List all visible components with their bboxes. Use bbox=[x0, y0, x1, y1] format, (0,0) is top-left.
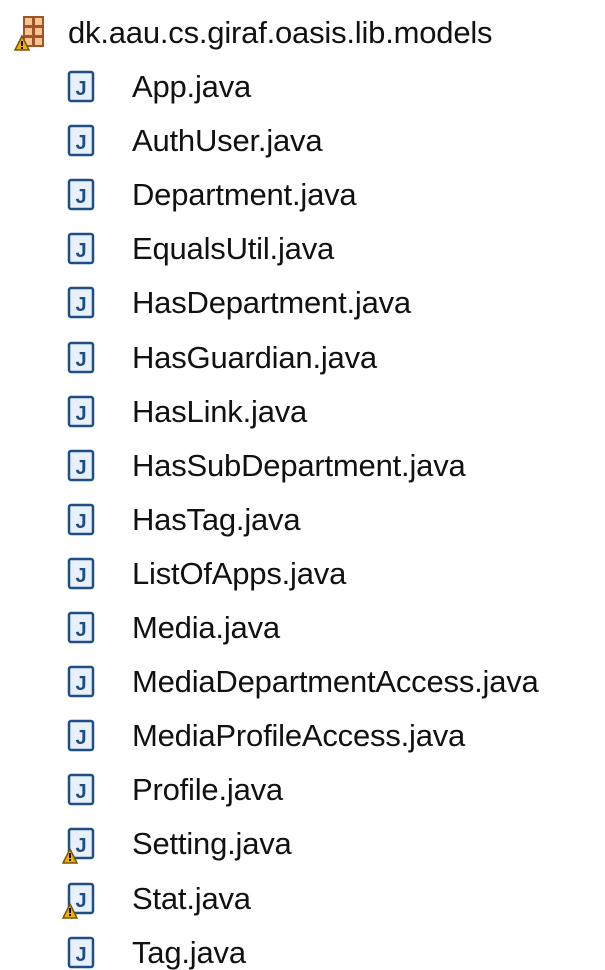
file-node[interactable]: J App.java bbox=[62, 60, 251, 114]
package-explorer-tree: dk.aau.cs.giraf.oasis.lib.models J App.ja… bbox=[0, 0, 605, 970]
file-node[interactable]: J Media.java bbox=[62, 601, 280, 655]
file-label: Setting.java bbox=[132, 826, 292, 862]
java-file-warning-icon: J bbox=[61, 879, 102, 919]
file-node[interactable]: J Tag.java bbox=[62, 926, 246, 970]
file-node[interactable]: J HasLink.java bbox=[62, 385, 307, 439]
file-node[interactable]: J MediaDepartmentAccess.java bbox=[62, 655, 539, 709]
svg-text:J: J bbox=[75, 294, 86, 316]
java-file-icon: J bbox=[62, 229, 102, 269]
svg-text:J: J bbox=[75, 619, 86, 641]
svg-text:J: J bbox=[75, 349, 86, 371]
java-file-icon: J bbox=[62, 338, 102, 378]
java-file-icon: J bbox=[62, 175, 102, 215]
svg-text:J: J bbox=[75, 673, 86, 695]
file-node[interactable]: J Profile.java bbox=[62, 763, 283, 817]
java-file-icon: J bbox=[62, 716, 102, 756]
file-node[interactable]: J Setting.java bbox=[61, 817, 292, 871]
java-file-icon: J bbox=[62, 121, 102, 161]
file-node[interactable]: J HasDepartment.java bbox=[62, 276, 411, 330]
file-node[interactable]: J HasSubDepartment.java bbox=[62, 439, 466, 493]
package-node[interactable]: dk.aau.cs.giraf.oasis.lib.models bbox=[12, 6, 493, 60]
file-label: HasLink.java bbox=[132, 393, 308, 429]
java-file-icon: J bbox=[62, 662, 102, 702]
file-label: HasGuardian.java bbox=[132, 339, 377, 375]
file-label: AuthUser.java bbox=[132, 123, 323, 159]
file-label: Media.java bbox=[132, 610, 280, 645]
file-label: Department.java bbox=[132, 177, 357, 213]
file-label: HasDepartment.java bbox=[132, 285, 411, 321]
file-label: EqualsUtil.java bbox=[132, 231, 335, 267]
java-file-icon: J bbox=[62, 283, 102, 323]
package-icon bbox=[12, 14, 50, 52]
file-node[interactable]: J ListOfApps.java bbox=[62, 547, 346, 601]
java-file-icon: J bbox=[62, 608, 102, 648]
svg-text:J: J bbox=[75, 835, 86, 857]
java-file-icon: J bbox=[62, 67, 102, 107]
file-node[interactable]: J Stat.java bbox=[61, 872, 251, 926]
svg-text:J: J bbox=[75, 403, 86, 425]
file-label: HasTag.java bbox=[132, 501, 301, 537]
svg-text:J: J bbox=[75, 132, 86, 154]
file-node[interactable]: J HasGuardian.java bbox=[62, 331, 377, 385]
file-label: MediaDepartmentAccess.java bbox=[132, 664, 539, 700]
svg-text:J: J bbox=[75, 240, 86, 262]
svg-text:J: J bbox=[75, 890, 86, 912]
java-file-icon: J bbox=[62, 446, 102, 486]
file-node[interactable]: J AuthUser.java bbox=[62, 114, 323, 168]
file-label: MediaProfileAccess.java bbox=[132, 718, 466, 754]
svg-text:J: J bbox=[75, 78, 86, 100]
svg-text:J: J bbox=[75, 781, 86, 803]
package-label: dk.aau.cs.giraf.oasis.lib.models bbox=[68, 15, 493, 50]
file-label: App.java bbox=[132, 69, 252, 104]
svg-text:J: J bbox=[75, 186, 86, 208]
svg-text:J: J bbox=[75, 565, 86, 587]
file-label: Profile.java bbox=[132, 772, 283, 808]
file-label: Tag.java bbox=[132, 934, 246, 970]
file-node[interactable]: J Department.java bbox=[62, 168, 357, 222]
java-file-icon: J bbox=[62, 500, 102, 540]
svg-text:J: J bbox=[75, 944, 86, 966]
java-file-warning-icon: J bbox=[61, 824, 102, 865]
file-node[interactable]: J MediaProfileAccess.java bbox=[62, 709, 465, 763]
java-file-icon: J bbox=[62, 554, 102, 594]
svg-text:J: J bbox=[75, 727, 86, 749]
java-file-icon: J bbox=[62, 392, 102, 432]
file-node[interactable]: J HasTag.java bbox=[62, 493, 301, 547]
svg-text:J: J bbox=[75, 511, 86, 533]
java-file-icon: J bbox=[62, 933, 102, 970]
file-label: ListOfApps.java bbox=[132, 555, 347, 591]
file-label: HasSubDepartment.java bbox=[132, 447, 466, 483]
java-file-icon: J bbox=[62, 770, 102, 810]
file-label: Stat.java bbox=[132, 880, 251, 916]
file-node[interactable]: J EqualsUtil.java bbox=[62, 222, 334, 276]
svg-text:J: J bbox=[75, 457, 86, 479]
